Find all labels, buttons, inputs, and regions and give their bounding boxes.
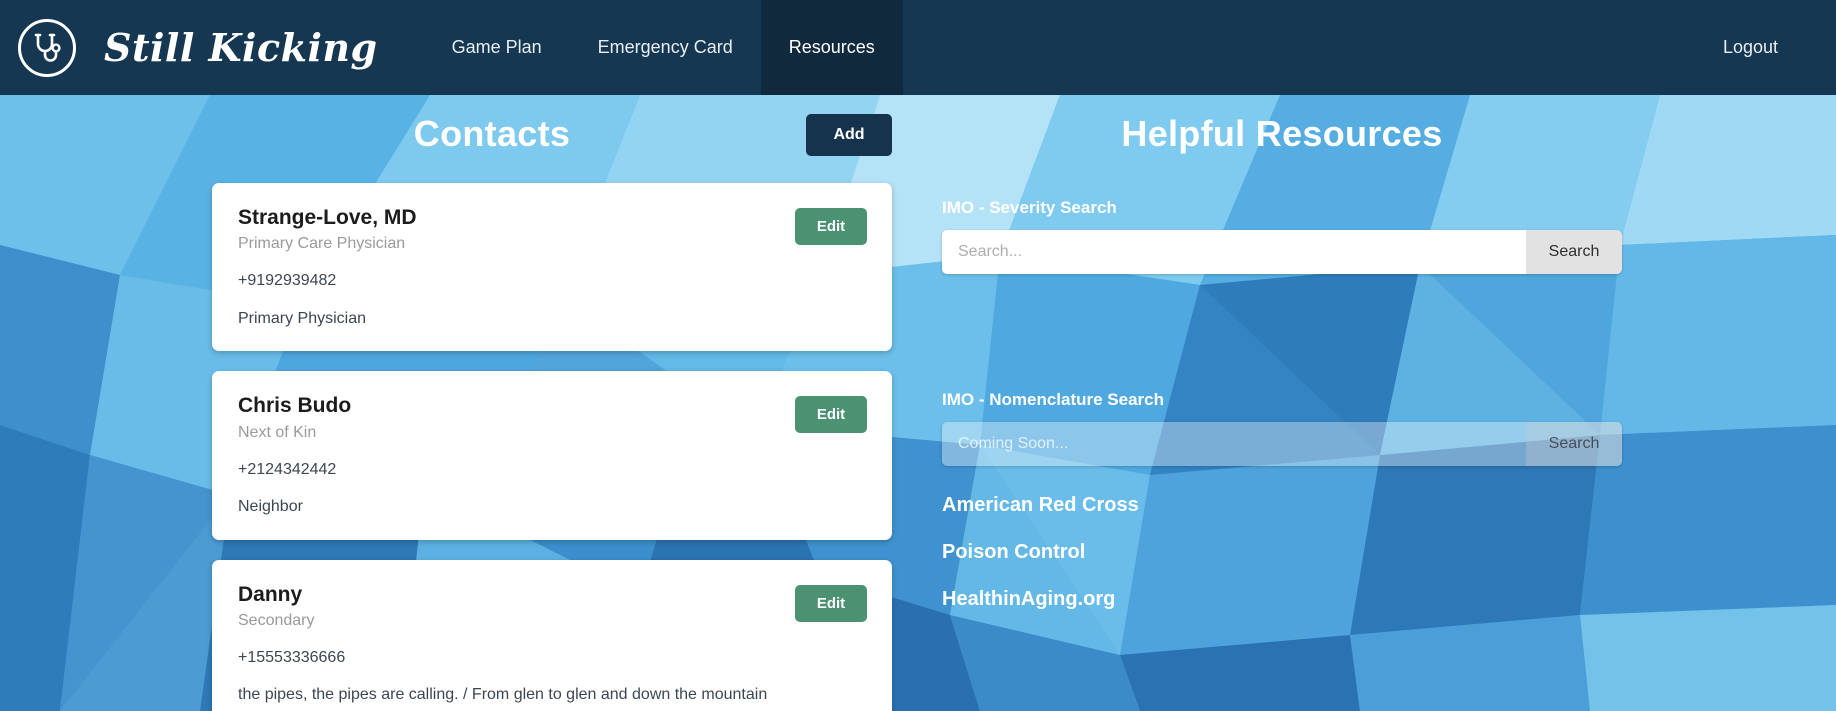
logout-link[interactable]: Logout	[1723, 37, 1778, 58]
contact-card[interactable]: Chris Budo Next of Kin +2124342442 Neigh…	[212, 371, 892, 540]
resources-column: Helpful Resources IMO - Severity Search …	[942, 95, 1622, 635]
severity-search-group: Search	[942, 230, 1622, 274]
contact-name: Chris Budo	[238, 394, 352, 418]
nomenclature-search-input	[942, 422, 1526, 466]
nav-link-resources[interactable]: Resources	[760, 0, 903, 95]
contact-role: Secondary	[238, 611, 315, 629]
contact-name: Danny	[238, 582, 303, 606]
severity-search-button[interactable]: Search	[1526, 230, 1622, 274]
contact-phone: +9192939482	[238, 272, 337, 290]
resource-link-healthinaging[interactable]: HealthinAging.org	[942, 588, 1115, 611]
contact-phone: +15553336666	[238, 649, 346, 667]
nav-link-game-plan[interactable]: Game Plan	[424, 0, 570, 95]
resource-link-poison-control[interactable]: Poison Control	[942, 541, 1085, 564]
contact-card[interactable]: Strange-Love, MD Primary Care Physician …	[212, 183, 892, 352]
nomenclature-search-label: IMO - Nomenclature Search	[942, 390, 1165, 409]
contacts-title: Contacts	[413, 113, 571, 154]
nav-link-emergency-card[interactable]: Emergency Card	[570, 0, 761, 95]
page-body: Contacts Add Strange-Love, MD Primary Ca…	[0, 95, 1836, 711]
edit-contact-button[interactable]: Edit	[795, 208, 867, 245]
contact-phone: +2124342442	[238, 460, 337, 478]
contact-role: Next of Kin	[238, 423, 317, 441]
resources-title: Helpful Resources	[1121, 113, 1443, 154]
edit-contact-button[interactable]: Edit	[795, 584, 867, 622]
top-navbar: Still Kicking Game Plan Emergency Card R…	[0, 0, 1836, 95]
contacts-header: Contacts Add	[212, 95, 892, 183]
resource-link-american-red-cross[interactable]: American Red Cross	[942, 494, 1139, 517]
contact-name: Strange-Love, MD	[238, 206, 417, 229]
contact-note: the pipes, the pipes are calling. / From…	[238, 686, 768, 704]
nav-links: Game Plan Emergency Card Resources	[424, 0, 903, 95]
edit-contact-button[interactable]: Edit	[795, 396, 867, 434]
severity-search-label: IMO - Severity Search	[942, 198, 1117, 217]
contact-role: Primary Care Physician	[238, 235, 406, 253]
contact-card[interactable]: Danny Secondary +15553336666 the pipes, …	[212, 559, 892, 711]
contact-note: Primary Physician	[238, 309, 367, 327]
brand-name[interactable]: Still Kicking	[104, 25, 378, 70]
severity-search-input[interactable]	[942, 230, 1526, 274]
content-area: Contacts Add Strange-Love, MD Primary Ca…	[0, 95, 1836, 711]
nomenclature-search-button: Search	[1526, 422, 1622, 466]
add-contact-button[interactable]: Add	[806, 114, 892, 156]
nomenclature-search-group: Search	[942, 422, 1622, 466]
resource-links: American Red Cross Poison Control Health…	[942, 494, 1622, 611]
contact-note: Neighbor	[238, 497, 303, 515]
stethoscope-circle-icon[interactable]	[18, 18, 76, 77]
contacts-column: Contacts Add Strange-Love, MD Primary Ca…	[212, 95, 892, 711]
